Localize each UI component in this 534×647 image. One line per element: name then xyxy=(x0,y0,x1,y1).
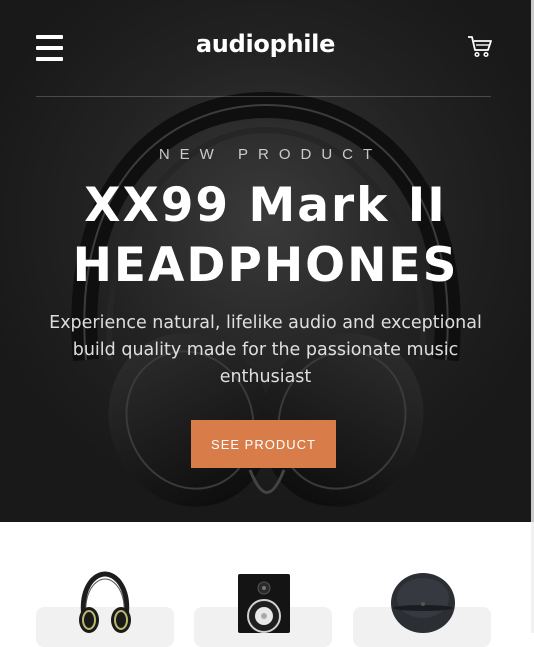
shopping-cart-icon[interactable] xyxy=(467,35,492,58)
hero-title: XX99 Mark II HEADPHONES xyxy=(0,176,531,296)
hero-overline: NEW PRODUCT xyxy=(158,146,383,163)
logo[interactable]: audiophile xyxy=(0,30,531,58)
hero-description: Experience natural, lifelike audio and e… xyxy=(49,313,482,387)
speaker-thumbnail-image[interactable] xyxy=(236,574,292,633)
see-product-button[interactable]: SEE PRODUCT xyxy=(191,420,336,468)
headphones-thumbnail-image[interactable] xyxy=(76,570,134,633)
hero-title-line2: HEADPHONES xyxy=(72,238,459,293)
hero-title-line1: XX99 Mark II xyxy=(84,178,447,233)
site-header: audiophile xyxy=(0,0,531,97)
header-divider xyxy=(36,96,491,97)
earphones-thumbnail-image[interactable] xyxy=(389,572,457,633)
hero-section: audiophile NEW PRODUCT XX99 Mark II HEAD… xyxy=(0,0,531,522)
